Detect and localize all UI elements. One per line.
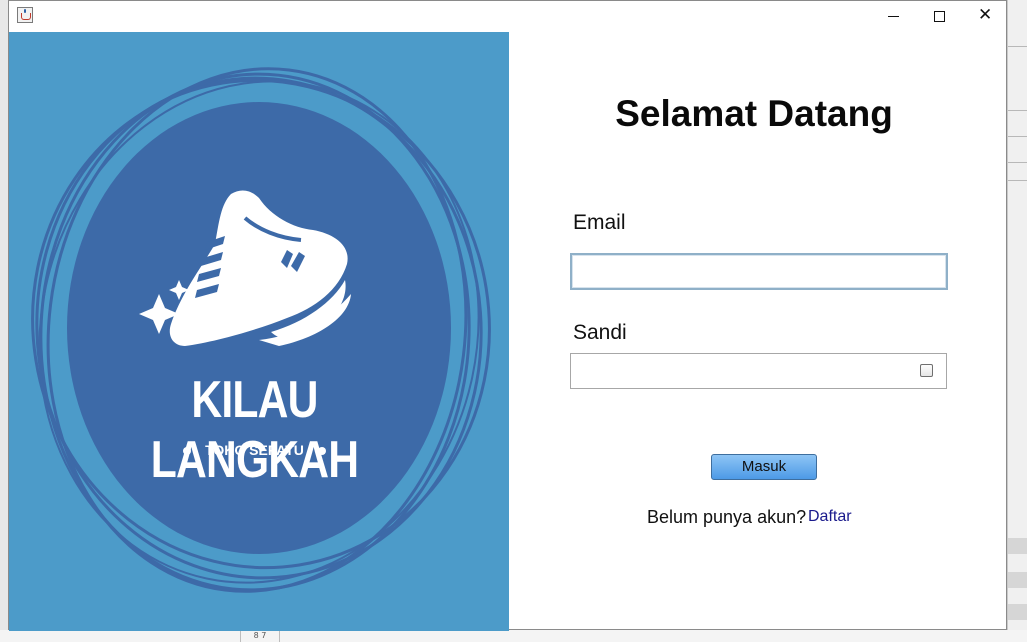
minimize-icon (888, 16, 899, 17)
title-bar[interactable]: ✕ (9, 1, 1006, 31)
email-field[interactable] (570, 253, 948, 290)
password-field[interactable] (570, 353, 947, 389)
email-label: Email (573, 211, 626, 234)
show-password-checkbox[interactable] (920, 364, 933, 377)
login-window: ✕ KILAU LANGKAH TOKO SEPATU Selamat Data… (8, 0, 1007, 631)
maximize-icon (934, 11, 945, 22)
welcome-heading: Selamat Datang (615, 93, 893, 134)
brand-name: KILAU LANGKAH (150, 371, 359, 489)
brand-logo (31, 67, 491, 593)
tagline-dot-right (318, 447, 326, 455)
desktop-background-bottom: 8 7 (0, 630, 1027, 642)
brand-tagline: TOKO SEPATU (205, 442, 304, 458)
background-cell: 8 7 (240, 630, 280, 642)
java-app-icon (17, 7, 33, 23)
login-button[interactable]: Masuk (711, 454, 817, 480)
signup-link[interactable]: Daftar (808, 508, 852, 526)
signup-question: Belum punya akun? (647, 507, 807, 527)
maximize-button[interactable] (916, 1, 962, 31)
password-label: Sandi (573, 321, 627, 344)
desktop-background-right (1008, 0, 1027, 642)
close-button[interactable]: ✕ (962, 1, 1008, 31)
minimize-button[interactable] (870, 1, 916, 31)
desktop-background-left (0, 0, 8, 642)
brand-panel: KILAU LANGKAH TOKO SEPATU (9, 32, 509, 631)
close-icon: ✕ (978, 5, 993, 25)
